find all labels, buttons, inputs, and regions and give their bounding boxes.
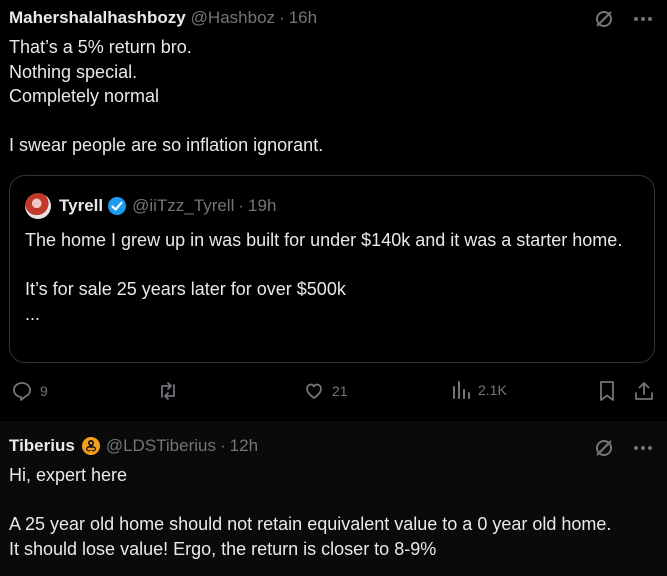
author-handle[interactable]: @iiTzz_Tyrell — [132, 196, 234, 216]
timestamp[interactable]: 16h — [289, 8, 317, 28]
tweet[interactable]: Mahershalalhashbozy @Hashboz · 16h That’… — [0, 0, 667, 421]
text-line: It should lose value! Ergo, the return i… — [9, 538, 437, 559]
tweet-header: Tiberius @LDSTiberius · 12h — [9, 436, 258, 456]
author-handle[interactable]: @LDSTiberius — [106, 436, 216, 456]
text-line: That’s a 5% return bro. — [9, 37, 192, 57]
separator: · — [238, 196, 245, 215]
tweet-header-actions — [593, 8, 653, 30]
reply-count: 9 — [40, 383, 48, 399]
author-handle[interactable]: @Hashboz — [191, 8, 275, 28]
analytics-icon — [453, 381, 470, 399]
verified-badge-icon — [107, 196, 127, 216]
share-button[interactable] — [633, 380, 655, 402]
like-button[interactable]: 21 — [303, 380, 348, 402]
quoted-tweet[interactable]: Tyrell @iiTzz_Tyrell · 19h The home I gr… — [9, 175, 655, 363]
quoted-tweet-header: Tyrell @iiTzz_Tyrell · 19h — [25, 193, 276, 219]
affiliate-badge-icon[interactable] — [81, 436, 101, 456]
author-name[interactable]: Mahershalalhashbozy — [9, 8, 186, 28]
text-line: ... — [25, 303, 41, 324]
text-line: A 25 year old home should not retain equ… — [9, 514, 612, 534]
separator: · — [220, 436, 226, 455]
action-bar: 9 21 2.1K — [0, 380, 667, 408]
text-line: Nothing special. — [9, 61, 138, 82]
tweet-text: That’s a 5% return bro. Nothing special.… — [9, 35, 323, 158]
grok-icon[interactable] — [593, 437, 615, 459]
retweet-icon — [161, 382, 175, 400]
grok-icon[interactable] — [593, 8, 615, 30]
views-button[interactable]: 2.1K — [451, 380, 507, 400]
text-line: Completely normal — [9, 86, 160, 106]
bookmark-button[interactable] — [597, 380, 617, 402]
reply-icon — [13, 382, 31, 401]
more-options-icon[interactable] — [633, 445, 653, 451]
separator: · — [279, 8, 285, 27]
author-name[interactable]: Tyrell — [59, 196, 103, 216]
tweet-header-actions — [593, 437, 653, 459]
text-line — [25, 253, 635, 278]
text-line: I swear people are so inflation ignorant… — [9, 135, 324, 155]
view-count: 2.1K — [478, 382, 507, 398]
text-line — [9, 109, 323, 134]
tweet-text: Hi, expert here A 25 year old home shoul… — [9, 463, 611, 561]
tweet-header: Mahershalalhashbozy @Hashboz · 16h — [9, 8, 317, 28]
bookmark-icon — [600, 381, 614, 401]
like-count: 21 — [332, 383, 348, 399]
quoted-tweet-text: The home I grew up in was built for unde… — [25, 228, 635, 326]
retweet-button[interactable] — [157, 380, 186, 402]
text-line: The home I grew up in was built for unde… — [25, 230, 623, 250]
text-line — [9, 488, 611, 513]
text-line: It’s for sale 25 years later for over $5… — [25, 279, 346, 299]
timestamp[interactable]: 12h — [230, 436, 258, 456]
text-line: Hi, expert here — [9, 465, 128, 485]
share-icon — [635, 382, 653, 400]
tweet[interactable]: Tiberius @LDSTiberius · 12h Hi, expert h… — [0, 421, 667, 576]
more-options-icon[interactable] — [633, 16, 653, 22]
heart-icon — [306, 383, 322, 399]
reply-button[interactable]: 9 — [11, 380, 48, 402]
author-name[interactable]: Tiberius — [9, 436, 75, 456]
timestamp[interactable]: 19h — [248, 196, 276, 216]
avatar[interactable] — [25, 193, 51, 219]
